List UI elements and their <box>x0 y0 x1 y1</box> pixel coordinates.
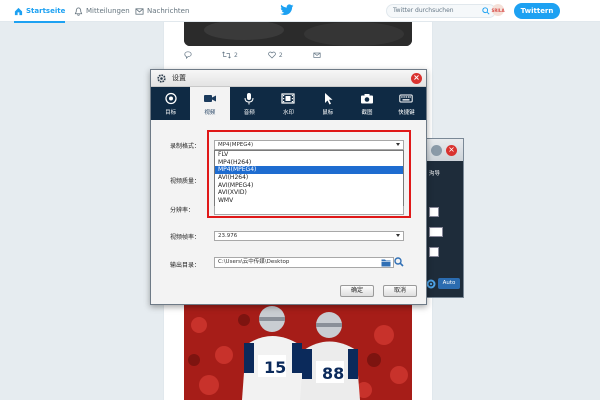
side-dropdown-3[interactable] <box>429 247 439 257</box>
retweet-count: 2 <box>234 51 238 59</box>
like-count: 2 <box>278 51 283 59</box>
search-placeholder: Twitter durchsuchen <box>393 7 454 14</box>
nav-home[interactable]: Startseite <box>14 4 66 23</box>
tab-screenshot-label: 截图 <box>361 110 373 116</box>
envelope-share-icon <box>313 52 321 58</box>
twitter-topbar: Startseite Mitteilungen Nachrichten Twit… <box>0 0 600 23</box>
tab-audio[interactable]: 音频 <box>230 87 269 120</box>
reply-icon <box>184 51 192 59</box>
tab-target-label: 目标 <box>165 110 177 116</box>
tweet-media-top[interactable] <box>184 22 412 46</box>
keyboard-icon <box>399 94 414 103</box>
format-label: 录制格式： <box>170 143 201 150</box>
tab-watermark[interactable]: 水印 <box>269 87 308 120</box>
share-action[interactable] <box>313 51 321 59</box>
retweet-icon <box>222 51 231 59</box>
tab-mouse[interactable]: 鼠标 <box>308 87 347 120</box>
avatar[interactable]: SRILA <box>491 4 505 16</box>
nav-messages[interactable]: Nachrichten <box>135 4 189 18</box>
nav-notifications-label: Mitteilungen <box>86 7 130 15</box>
film-icon <box>281 93 296 104</box>
twitter-bird-icon[interactable] <box>280 4 294 16</box>
envelope-icon <box>135 7 144 15</box>
dark-photo <box>184 22 412 46</box>
nav-notifications[interactable]: Mitteilungen <box>74 4 130 18</box>
tab-video-label: 视频 <box>204 110 216 116</box>
tweet-button[interactable]: Twittern <box>514 3 560 19</box>
output-dir-value: C:\Users\云中传媒\Desktop <box>218 259 290 265</box>
nav-home-label: Startseite <box>26 7 66 15</box>
magnifier-icon[interactable] <box>394 257 404 267</box>
close-button-back[interactable]: × <box>446 145 457 156</box>
side-dropdown-2[interactable] <box>429 227 443 237</box>
heart-icon <box>268 51 276 59</box>
chevron-down-icon <box>396 234 400 237</box>
tab-watermark-label: 水印 <box>282 110 294 116</box>
framerate-select-value: 23.976 <box>218 233 238 239</box>
framerate-select[interactable]: 23.976 <box>214 231 404 241</box>
settings-gear-icon[interactable] <box>426 279 436 289</box>
highlight-box <box>207 130 411 218</box>
search-input[interactable]: Twitter durchsuchen <box>386 4 496 18</box>
tweet-media-football-photo[interactable]: 15 88 <box>184 305 412 400</box>
auto-button[interactable]: Auto <box>438 278 460 289</box>
retweet-action[interactable]: 2 <box>222 51 238 59</box>
quality-label: 视频质量： <box>170 178 201 185</box>
like-action[interactable]: 2 <box>268 51 283 59</box>
tab-hotkeys[interactable]: 快捷键 <box>387 87 426 120</box>
target-icon <box>164 92 177 105</box>
tab-hotkeys-label: 快捷键 <box>398 110 415 116</box>
settings-tabs: 目标 视频 音频 水印 鼠标 截图 快捷键 <box>151 87 426 120</box>
mouse-cursor-icon <box>324 93 333 105</box>
tab-video[interactable]: 视频 <box>190 87 230 120</box>
tab-mouse-label: 鼠标 <box>322 110 334 116</box>
output-label: 输出目录： <box>170 262 201 269</box>
dialog-close-button[interactable]: × <box>411 73 422 84</box>
bell-icon <box>74 6 83 16</box>
avatar-text: SRILA <box>491 7 505 13</box>
cancel-button[interactable]: 取消 <box>383 285 417 297</box>
nav-messages-label: Nachrichten <box>147 7 190 15</box>
svg-text:15: 15 <box>264 358 286 377</box>
reply-action[interactable] <box>184 51 192 59</box>
tab-audio-label: 音频 <box>243 110 255 116</box>
tab-target[interactable]: 目标 <box>151 87 190 120</box>
camera-icon <box>361 94 374 104</box>
football-players-photo: 15 88 <box>184 305 412 400</box>
framerate-label: 视频帧率： <box>170 234 201 241</box>
folder-icon[interactable] <box>381 258 391 267</box>
dialog-titlebar[interactable]: 设置 × <box>151 70 426 87</box>
gear-icon <box>157 74 166 83</box>
tweet-actions: 2 2 <box>184 50 321 60</box>
dialog-title: 设置 <box>172 74 186 82</box>
microphone-icon <box>244 93 254 105</box>
home-icon <box>14 7 23 15</box>
resolution-label: 分辨率： <box>170 207 195 214</box>
output-dir-input[interactable]: C:\Users\云中传媒\Desktop <box>214 257 394 268</box>
svg-text:88: 88 <box>322 364 344 383</box>
side-dropdown-1[interactable] <box>429 207 439 217</box>
minimize-button[interactable] <box>431 145 442 156</box>
video-camera-icon <box>203 95 216 102</box>
tab-screenshot[interactable]: 截图 <box>347 87 386 120</box>
side-text-snippet: 沟导 <box>429 171 441 177</box>
ok-button[interactable]: 确定 <box>340 285 374 297</box>
search-icon[interactable] <box>482 7 490 15</box>
